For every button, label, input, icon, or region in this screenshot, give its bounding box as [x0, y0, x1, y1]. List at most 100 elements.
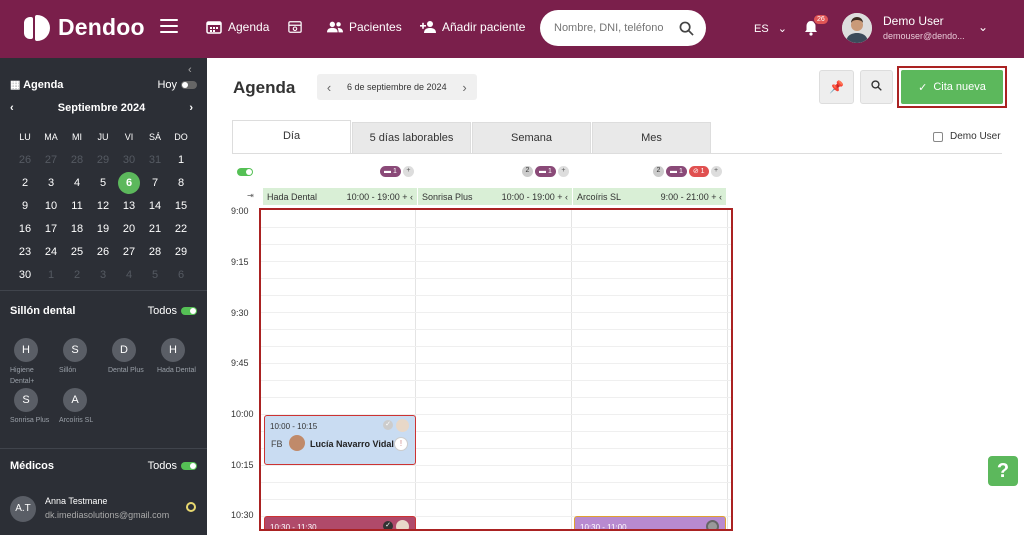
nav-agenda[interactable]: Agenda	[206, 20, 269, 34]
nav-schedule[interactable]	[287, 20, 309, 34]
user-chevron-icon[interactable]: ⌄	[978, 20, 988, 34]
chairs-all-switch[interactable]	[181, 307, 197, 316]
next-month-icon[interactable]: ›	[189, 102, 193, 114]
calendar-day[interactable]: 24	[40, 246, 62, 258]
add-chip-icon[interactable]: +	[402, 166, 414, 177]
calendar-day[interactable]: 3	[92, 269, 114, 281]
new-appointment-button[interactable]: ✓ Cita nueva	[901, 70, 1003, 104]
columns-toggle[interactable]	[237, 168, 253, 176]
add-chip-icon[interactable]: +	[557, 166, 569, 177]
calendar-day[interactable]: 30	[14, 269, 36, 281]
calendar-day[interactable]: 6	[170, 269, 192, 281]
today-switch[interactable]	[181, 80, 197, 89]
calendar-day[interactable]: 10	[40, 200, 62, 212]
calendar-day[interactable]: 8	[170, 177, 192, 189]
chair-item[interactable]: H Higiene Dental+	[10, 338, 54, 387]
calendar-day[interactable]: 1	[40, 269, 62, 281]
checkbox[interactable]	[933, 131, 943, 142]
chair-item[interactable]: S Sillón	[59, 338, 103, 376]
search-agenda-button[interactable]	[860, 70, 893, 104]
search-icon[interactable]	[679, 21, 694, 36]
demo-user-filter[interactable]: Demo User	[933, 131, 1001, 142]
help-button[interactable]: ?	[988, 456, 1018, 486]
prev-day-icon[interactable]: ‹	[317, 80, 341, 95]
calendar-day[interactable]: 27	[40, 154, 62, 166]
calendar-day[interactable]: 5	[144, 269, 166, 281]
alert-icon[interactable]: !	[394, 437, 408, 451]
calendar-day[interactable]: 18	[66, 223, 88, 235]
search-input[interactable]	[554, 22, 674, 34]
chair-item[interactable]: H Hada Dental	[157, 338, 201, 376]
calendar-day[interactable]: 7	[144, 177, 166, 189]
calendar-day[interactable]: 14	[144, 200, 166, 212]
chevron-left-icon[interactable]: ‹	[410, 192, 413, 202]
pin-button[interactable]: 📌	[819, 70, 854, 104]
menu-icon[interactable]	[160, 19, 178, 33]
prev-month-icon[interactable]: ‹	[10, 102, 14, 114]
tab-mes[interactable]: Mes	[592, 122, 711, 153]
add-chip-icon[interactable]: +	[710, 166, 722, 177]
nav-anadir-paciente[interactable]: Añadir paciente	[420, 20, 525, 34]
doctors-all-switch[interactable]	[181, 462, 197, 471]
collapse-columns-icon[interactable]: ⇥	[247, 191, 254, 200]
plus-icon[interactable]: +	[711, 192, 716, 202]
calendar-day[interactable]: 29	[170, 246, 192, 258]
calendar-day[interactable]: 25	[66, 246, 88, 258]
calendar-day[interactable]: 27	[118, 246, 140, 258]
current-date[interactable]: 6 de septiembre de 2024	[341, 82, 453, 92]
chevron-left-icon[interactable]: ‹	[565, 192, 568, 202]
plus-icon[interactable]: +	[402, 192, 407, 202]
calendar-day[interactable]: 29	[92, 154, 114, 166]
today-toggle[interactable]: Hoy	[157, 79, 197, 91]
appointment-card[interactable]: 10:30 - 11:00	[574, 516, 726, 529]
language-select[interactable]: ES ⌄	[754, 22, 787, 35]
appointment-card[interactable]: 10:30 - 11:30 ✓	[264, 516, 416, 529]
nav-pacientes[interactable]: Pacientes	[327, 20, 402, 34]
calendar-day[interactable]: 19	[92, 223, 114, 235]
calendar-day[interactable]: 26	[14, 154, 36, 166]
calendar-day[interactable]: 28	[144, 246, 166, 258]
calendar-day[interactable]: 2	[14, 177, 36, 189]
check-icon[interactable]: ✓	[383, 420, 393, 430]
calendar-day[interactable]: 30	[118, 154, 140, 166]
calendar-day[interactable]: 23	[14, 246, 36, 258]
appointment-card[interactable]: 10:00 - 10:15 ✓ FB Lucía Navarro Vidal !	[264, 415, 416, 465]
chair-item[interactable]: A Arcoíris SL	[59, 388, 103, 426]
chairs-all-toggle[interactable]: Todos	[148, 305, 197, 317]
calendar-day[interactable]: 26	[92, 246, 114, 258]
notifications-button[interactable]: 26	[804, 14, 829, 36]
chair-item[interactable]: D Dental Plus	[108, 338, 152, 376]
day-grid[interactable]: 10:00 - 10:15 ✓ FB Lucía Navarro Vidal !…	[259, 208, 733, 531]
calendar-day[interactable]: 1	[170, 154, 192, 166]
calendar-day[interactable]: 4	[66, 177, 88, 189]
doctors-all-toggle[interactable]: Todos	[148, 460, 197, 472]
calendar-day[interactable]: 16	[14, 223, 36, 235]
calendar-day[interactable]: 21	[144, 223, 166, 235]
user-menu[interactable]: Demo User demouser@dendo...	[883, 14, 965, 41]
status-icon[interactable]	[706, 520, 719, 529]
doctor-item[interactable]: A.T Anna Testmane dk.imediasolutions@gma…	[10, 494, 200, 524]
chevron-left-icon[interactable]: ‹	[719, 192, 722, 202]
check-icon[interactable]: ✓	[383, 521, 393, 529]
search-box[interactable]	[540, 10, 706, 46]
avatar[interactable]	[842, 13, 872, 43]
calendar-day[interactable]: 12	[92, 200, 114, 212]
calendar-day[interactable]: 22	[170, 223, 192, 235]
tab-dia[interactable]: Día	[232, 120, 351, 153]
calendar-day[interactable]: 2	[66, 269, 88, 281]
calendar-day[interactable]: 4	[118, 269, 140, 281]
calendar-day[interactable]: 13	[118, 200, 140, 212]
chair-item[interactable]: S Sonrisa Plus	[10, 388, 54, 426]
calendar-day[interactable]: 9	[14, 200, 36, 212]
calendar-day[interactable]: 17	[40, 223, 62, 235]
tab-5-dias[interactable]: 5 días laborables	[352, 122, 471, 153]
calendar-day[interactable]: 5	[92, 177, 114, 189]
calendar-day[interactable]: 3	[40, 177, 62, 189]
calendar-day-selected[interactable]: 6	[118, 171, 140, 194]
logo[interactable]: Dendoo	[24, 14, 145, 41]
calendar-day[interactable]: 15	[170, 200, 192, 212]
collapse-icon[interactable]: ‹	[188, 64, 192, 76]
calendar-day[interactable]: 20	[118, 223, 140, 235]
calendar-day[interactable]: 11	[66, 200, 88, 212]
next-day-icon[interactable]: ›	[453, 80, 477, 95]
